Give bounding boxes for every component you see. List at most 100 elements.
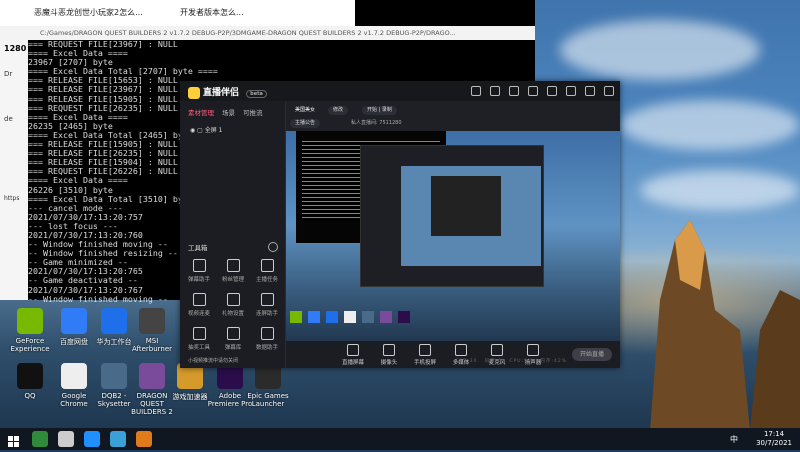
announce-chip[interactable]: 主播公告 [290,119,321,128]
side-label: 1280 [4,44,27,53]
browser-tab[interactable]: 开发者版本怎么... [160,0,310,26]
window-controls [471,86,614,96]
room-id: 私人直播间: 7511280 [351,120,402,126]
bottom-note: 小视频推流中请勿关闭 [188,358,239,364]
msi-icon [139,308,165,334]
taskbar-clock[interactable]: 17:14 30/7/2021 [756,430,792,448]
tool-icon [226,327,240,340]
tool-icon [226,259,240,272]
tool-item[interactable]: 主播任务 [252,259,282,283]
tool-icon [192,259,206,272]
tool-item[interactable]: 礼物设置 [218,293,248,317]
address-text: C:/Games/DRAGON QUEST BUILDERS 2 v1.7.2 … [40,29,456,37]
edit-chip[interactable]: 修改 [328,106,349,115]
app-name: 直播伴侣 [203,88,240,98]
bottom-item-icon [491,344,503,356]
tool-label: 数据助手 [255,345,278,351]
settings-icon[interactable] [528,86,538,96]
eye-icon: ◉ ▢ [190,127,205,134]
bottom-item-icon [455,344,467,356]
memory-stat: 内存:42% [540,359,568,364]
tool-label: 连屏助手 [255,311,278,317]
nested-app [360,145,544,287]
nested-desktop-icons [286,311,620,333]
file-explorer-taskbar-icon[interactable] [58,431,74,447]
desktop-icon[interactable]: MSI Afterburner [126,308,178,353]
tab-scenes[interactable]: 场景 [222,107,235,117]
address-bar[interactable]: C:/Games/DRAGON QUEST BUILDERS 2 v1.7.2 … [0,26,535,40]
tab-materials[interactable]: 素材管理 [188,107,214,117]
maximize-icon[interactable] [585,86,595,96]
bitrate-stat: 码率:0 [484,359,503,364]
app-title-bar: 直播伴侣 beta [180,81,620,101]
bottom-item-label: 摄像头 [380,360,398,366]
stream-app-window[interactable]: 直播伴侣 beta 素材管理 场景 可推流 ◉ ▢ 全屏 1 工具箱 弹幕助手 粉… [180,81,620,368]
message-icon[interactable] [471,86,481,96]
cloud-icon [101,308,127,334]
wallpaper-cloud [560,20,760,80]
bottom-control-bar: 直播屏幕 摄像头 手机投屏 多媒体 麦克风 扬声器 开始直播 [286,341,620,368]
tool-item[interactable]: 抽奖工具 [184,327,214,351]
bottom-bar-item[interactable]: 直播屏幕 [338,344,368,366]
tool-label: 礼物设置 [221,311,244,317]
tab-label: 开发者版本怎么... [180,8,244,17]
feedback-icon[interactable] [490,86,500,96]
scene-item[interactable]: ◉ ▢ 全屏 1 [190,125,222,134]
bottom-bar-item[interactable]: 手机投屏 [410,344,440,366]
tool-icon [260,259,274,272]
desktop-icon-label: Epic Games Launcher [247,392,289,408]
tool-item[interactable]: 连屏助手 [252,293,282,317]
clock-time: 17:14 [763,430,785,438]
qq-icon [17,363,43,389]
nested-icon [344,311,356,323]
tool-icon [226,293,240,306]
stats-row: FPS:30 码率:0 CPU:5% 内存:42% [456,358,567,364]
menu-icon[interactable] [547,86,557,96]
side-label: https [4,195,20,202]
close-icon[interactable] [604,86,614,96]
tool-item[interactable]: 弹幕库 [218,327,248,351]
tool-label: 主播任务 [255,277,278,283]
wallpaper-cloud [620,100,800,150]
gift-icon[interactable] [509,86,519,96]
tool-item[interactable]: 视频连麦 [184,293,214,317]
side-label: Dr [4,70,13,78]
nested-icon [308,311,320,323]
tool-item[interactable]: 弹幕助手 [184,259,214,283]
tab-pushable[interactable]: 可推流 [243,107,263,117]
browser-tab[interactable]: 恶魔斗恶龙创世小玩家2怎么... [14,0,164,26]
stream-title[interactable]: 美国美女 [290,106,320,115]
wechat-taskbar-icon[interactable] [32,431,48,447]
minimize-icon[interactable] [566,86,576,96]
edge-taskbar-icon[interactable] [84,431,100,447]
side-panel: 1280 Dr de https [0,40,28,300]
nvidia-icon [17,308,43,334]
tool-item[interactable]: 粉丝管理 [218,259,248,283]
windows-start-icon[interactable] [8,433,20,447]
app-badge: beta [246,90,267,98]
bottom-item-icon [347,344,359,356]
bottom-bar-item[interactable]: 摄像头 [374,344,404,366]
stream-app-taskbar-icon[interactable] [136,431,152,447]
tool-label: 弹幕助手 [187,277,210,283]
clock-date: 30/7/2021 [756,439,792,447]
tools-toggle-icon[interactable] [268,242,278,252]
bottom-item-icon [527,344,539,356]
nested-icon [290,311,302,323]
scene-toolbar: 美国美女 修改 开始 | 录制 主播公告 私人直播间: 7511280 [286,101,620,131]
bottom-item-icon [419,344,431,356]
tool-label: 抽奖工具 [187,345,210,351]
nested-icon [362,311,374,323]
logo-icon [188,86,200,99]
record-chip[interactable]: 开始 | 录制 [362,106,397,115]
stream-preview [286,131,620,341]
tool-icon [260,327,274,340]
game-taskbar-icon[interactable] [110,431,126,447]
tool-item[interactable]: 数据助手 [252,327,282,351]
input-language[interactable]: 中 [730,434,738,445]
desktop-icon[interactable]: Epic Games Launcher [242,363,294,408]
start-live-button[interactable]: 开始直播 [572,348,612,361]
taskbar: 中 17:14 30/7/2021 [0,428,800,450]
nested-preview-window [431,176,501,236]
scene-label: 全屏 1 [204,127,223,134]
